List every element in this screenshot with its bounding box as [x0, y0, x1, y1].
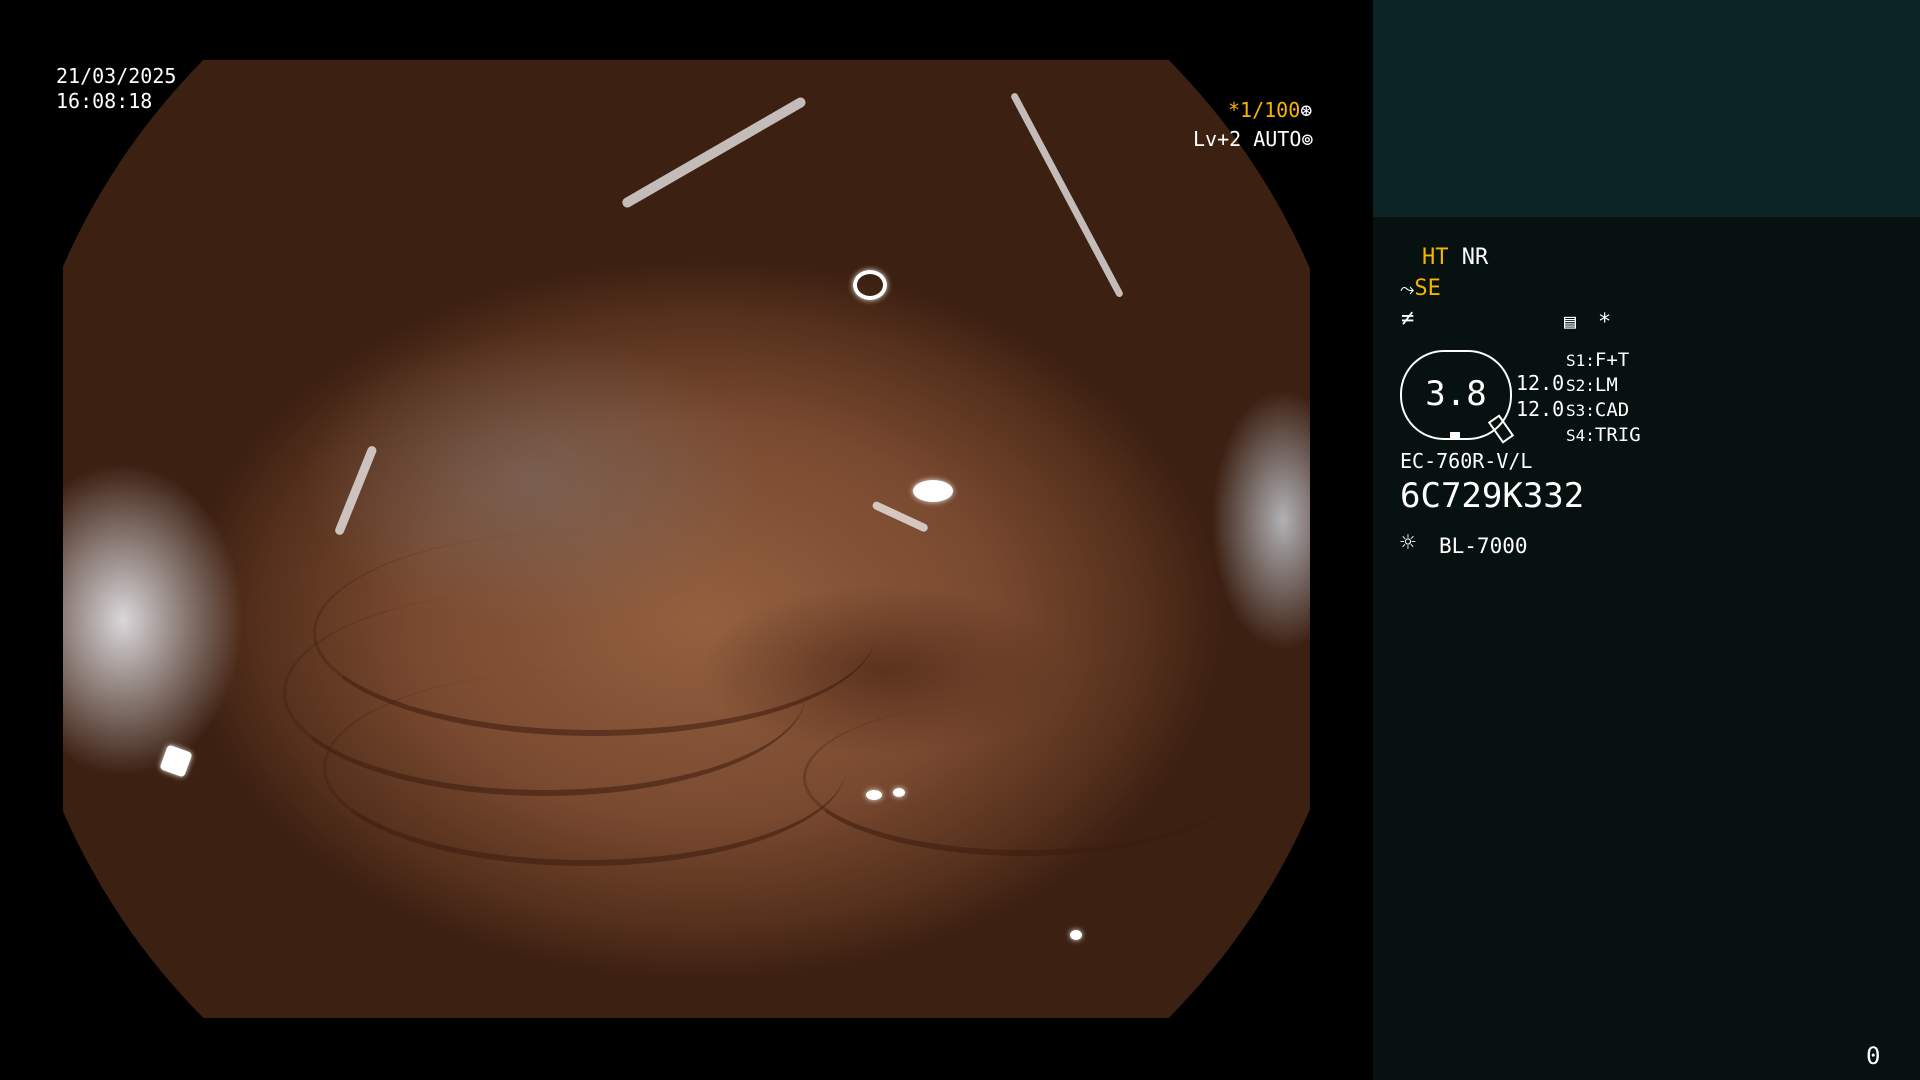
menu-symbol: * — [1598, 310, 1612, 335]
switch-list: S1:F+T S2:LM S3:CAD S4:TRIG — [1566, 348, 1641, 448]
specular-highlight — [159, 744, 193, 778]
iris-icon: ⊛ — [1300, 98, 1313, 122]
brightness-level: Lv+2 AUTO⊚ — [1193, 127, 1313, 152]
switch-key: S4 — [1566, 426, 1586, 445]
ht-nr-row: HT NR — [1422, 245, 1488, 271]
value-list: 12.0 12.0 — [1516, 370, 1564, 422]
shutter-value: *1/100 — [1228, 98, 1301, 122]
scope-serial: 6C729K332 — [1400, 476, 1585, 516]
mucosal-fold — [323, 670, 846, 866]
zoom-value: 3.8 — [1425, 374, 1487, 414]
value-item: 12.0 — [1516, 397, 1565, 421]
endoscope-viewport: 21/03/2025 16:08:18 *1/100⊛ Lv+2 AUTO⊚ — [0, 0, 1373, 1080]
specular-highlight — [853, 270, 887, 300]
enhancement-icon: ⤳ — [1400, 279, 1415, 300]
switch-s2: S2:LM — [1566, 374, 1618, 396]
zoom-indicator: 3.8 — [1400, 350, 1515, 444]
switch-s1: S1:F+T — [1566, 349, 1630, 371]
contrast-icon: ≠ — [1401, 306, 1415, 331]
switch-key: S2 — [1566, 376, 1586, 395]
value-item: 12.0 — [1516, 371, 1565, 395]
scope-model: EC-760R-V/L — [1400, 449, 1533, 473]
se-indicator: SE — [1414, 276, 1441, 301]
specular-highlight — [1070, 930, 1082, 940]
light-reflection — [620, 95, 808, 210]
se-row: ⤳SE — [1400, 276, 1441, 303]
mucosal-fold — [803, 700, 1246, 856]
page-counter: 0 — [1866, 1042, 1881, 1070]
specular-highlight — [866, 790, 882, 800]
shutter-speed: *1/100⊛ — [1228, 98, 1312, 123]
light-reflection — [871, 500, 930, 533]
switch-value: CAD — [1594, 399, 1630, 421]
panel-header-area — [1373, 0, 1920, 217]
time: 16:08:18 — [56, 89, 153, 113]
specular-highlight — [893, 788, 905, 797]
zoom-marker — [1450, 432, 1460, 438]
light-source-name: BL-7000 — [1439, 534, 1528, 558]
level-value: Lv+2 AUTO — [1193, 127, 1302, 151]
datetime: 21/03/2025 16:08:18 — [56, 64, 176, 114]
light-reflection — [333, 444, 378, 537]
specular-highlight — [913, 480, 953, 502]
switch-value: LM — [1594, 374, 1618, 396]
switch-key: S3 — [1566, 401, 1586, 420]
endoscopic-image — [63, 60, 1310, 1018]
switch-s3: S3:CAD — [1566, 399, 1630, 421]
switch-key: S1 — [1566, 351, 1586, 370]
list-icon: ▤ — [1564, 309, 1577, 333]
zoom-bar-icon — [1487, 414, 1515, 444]
ht-indicator: HT — [1422, 245, 1449, 270]
info-panel: HT NR ⤳SE ≠ ▤ * 3.8 12.0 12.0 S1:F+T S2:… — [1373, 0, 1920, 1080]
nr-indicator: NR — [1461, 245, 1489, 270]
switch-value: TRIG — [1594, 424, 1641, 446]
auto-iris-icon: ⊚ — [1301, 127, 1314, 151]
light-reflection — [1009, 91, 1125, 299]
light-source-icon: ☼ — [1400, 528, 1416, 558]
switch-value: F+T — [1594, 349, 1630, 371]
date: 21/03/2025 — [56, 64, 177, 88]
switch-s4: S4:TRIG — [1566, 424, 1641, 446]
